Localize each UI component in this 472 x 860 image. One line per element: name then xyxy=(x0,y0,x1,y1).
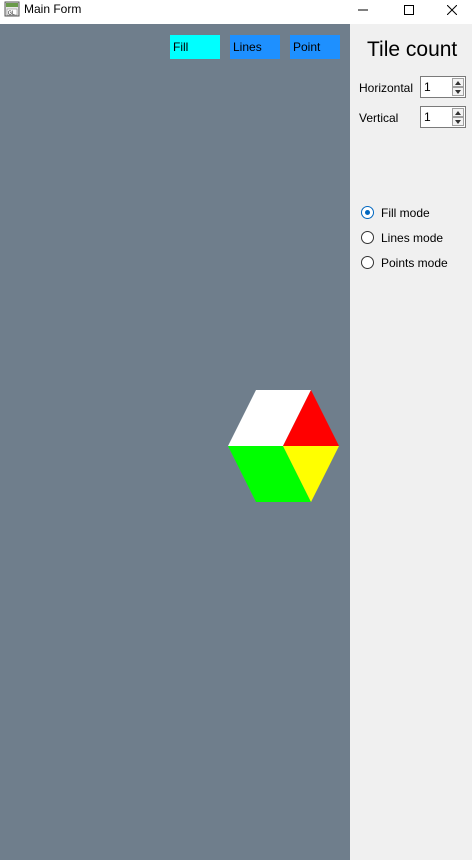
close-icon xyxy=(447,5,457,15)
window-title: Main Form xyxy=(24,2,82,16)
horizontal-down-button[interactable] xyxy=(452,87,464,96)
title-bar: GL Main Form xyxy=(0,0,472,24)
radio-circle xyxy=(361,206,374,219)
svg-text:GL: GL xyxy=(8,11,15,17)
horizontal-up-button[interactable] xyxy=(452,78,464,87)
tile-count-title: Tile count xyxy=(367,38,458,61)
vertical-label: Vertical xyxy=(359,111,399,125)
gl-canvas[interactable] xyxy=(0,24,350,860)
horizontal-value: 1 xyxy=(424,80,431,94)
horizontal-spinner[interactable]: 1 xyxy=(420,76,466,98)
side-panel xyxy=(350,24,472,860)
radio-circle xyxy=(361,231,374,244)
maximize-icon xyxy=(404,5,414,15)
chevron-up-icon xyxy=(455,80,461,85)
point-button[interactable]: Point xyxy=(290,35,340,59)
lines-button[interactable]: Lines xyxy=(230,35,280,59)
fill-button[interactable]: Fill xyxy=(170,35,220,59)
vertical-spinner[interactable]: 1 xyxy=(420,106,466,128)
chevron-down-icon xyxy=(455,89,461,94)
vertical-down-button[interactable] xyxy=(452,117,464,126)
horizontal-label: Horizontal xyxy=(359,81,414,95)
spinner-arrows xyxy=(452,108,464,126)
minimize-button[interactable] xyxy=(340,0,386,20)
radio-label: Points mode xyxy=(381,256,448,270)
app-icon: GL xyxy=(4,1,20,17)
radio-label: Fill mode xyxy=(381,206,430,220)
vertical-up-button[interactable] xyxy=(452,108,464,117)
minimize-icon xyxy=(358,9,368,11)
chevron-down-icon xyxy=(455,119,461,124)
vertical-value: 1 xyxy=(424,110,431,124)
radio-label: Lines mode xyxy=(381,231,444,245)
chevron-up-icon xyxy=(455,110,461,115)
radio-circle xyxy=(361,256,374,269)
spinner-arrows xyxy=(452,78,464,96)
close-button[interactable] xyxy=(432,0,472,20)
maximize-button[interactable] xyxy=(386,0,432,20)
radio-dot xyxy=(365,210,370,215)
